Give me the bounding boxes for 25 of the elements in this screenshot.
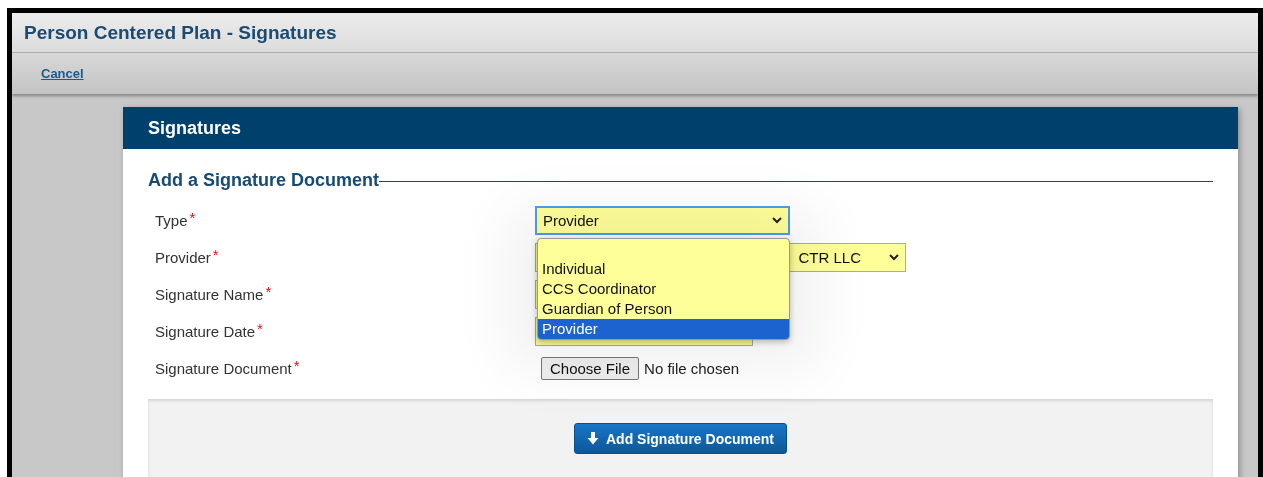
field-label: Signature Document (155, 360, 292, 377)
dropdown-option[interactable]: Individual (538, 259, 789, 279)
file-status: No file chosen (644, 360, 740, 377)
panel-title: Signatures (148, 117, 242, 139)
field-label: Type (155, 212, 188, 229)
dropdown-option[interactable]: CCS Coordinator (538, 279, 789, 299)
field-label: Signature Name (155, 286, 264, 303)
arrow-down-icon (587, 432, 599, 445)
required-mark: * (257, 320, 263, 337)
select-field[interactable]: Provider (535, 206, 790, 235)
chevron-icon (772, 217, 782, 224)
chevron-icon (889, 254, 899, 261)
add-signature-button[interactable]: Add Signature Document (574, 423, 787, 454)
section-heading: Add a Signature Document (148, 169, 380, 191)
dropdown-option[interactable]: Guardian of Person (538, 299, 789, 319)
dropdown-option[interactable]: Provider (538, 319, 789, 339)
field-label: Signature Date (155, 323, 256, 340)
choose-file-button[interactable]: Choose File (541, 357, 640, 380)
field-label: Provider (155, 249, 211, 266)
required-mark: * (265, 283, 272, 300)
window-title: Person Centered Plan - Signatures (24, 21, 337, 44)
required-mark: * (293, 357, 300, 374)
cancel-link[interactable]: Cancel (41, 66, 84, 81)
required-mark: * (189, 209, 196, 226)
required-mark: * (212, 246, 219, 263)
